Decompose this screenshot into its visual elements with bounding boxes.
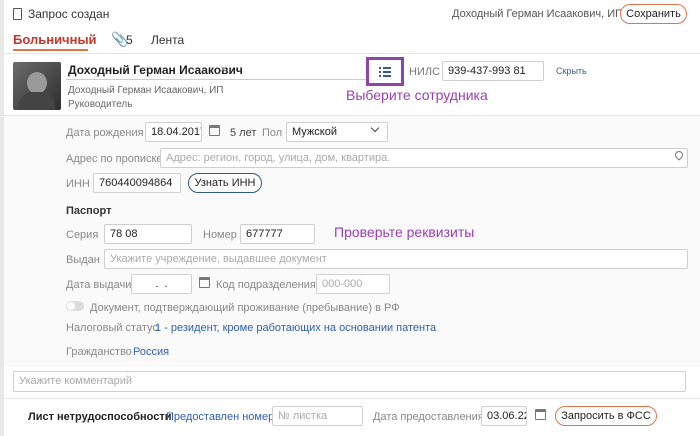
employee-org: Доходный Герман Исаакович, ИП <box>68 85 224 96</box>
comment-input[interactable]: Укажите комментарий <box>13 371 686 392</box>
comment-placeholder: Укажите комментарий <box>19 375 133 387</box>
tax-status-label: Налоговый статус <box>66 322 158 334</box>
series-label: Серия <box>66 229 99 241</box>
tab-underline <box>13 49 88 51</box>
dept-code-input[interactable]: 000-000 <box>316 274 390 294</box>
hint-select-employee: Выберите сотрудника <box>346 87 488 103</box>
address-input[interactable]: Адрес: регион, город, улица, дом, кварти… <box>160 148 688 168</box>
series-input[interactable]: 78 08 <box>104 224 192 244</box>
tabs-divider <box>4 53 700 54</box>
sick-leave-title: Лист нетрудоспособности <box>28 411 172 423</box>
issued-placeholder: Укажите учреждение, выдавшее документ <box>110 253 327 265</box>
provision-date-input[interactable]: 03.06.22 <box>481 406 527 426</box>
hint-check-details: Проверьте реквизиты <box>334 224 475 240</box>
request-fss-button[interactable]: Запросить в ФСС <box>555 406 657 426</box>
residence-doc-label: Документ, подтверждающий проживание (пре… <box>90 302 400 314</box>
company-name: Доходный Герман Исаакович, ИП <box>452 8 624 20</box>
clear-icon[interactable]: × <box>220 62 227 76</box>
address-placeholder: Адрес: регион, город, улица, дом, кварти… <box>166 152 391 164</box>
inn-input[interactable]: 760440094864 <box>93 173 181 193</box>
birth-date-label: Дата рождения <box>66 127 144 139</box>
provision-date-label: Дата предоставления <box>373 411 484 423</box>
birth-date-input[interactable]: 18.04.2017 <box>145 122 202 142</box>
doc-icon <box>13 8 22 20</box>
sex-label: Пол <box>262 127 283 139</box>
hide-link[interactable]: Скрыть <box>556 66 587 76</box>
snils-label: НИЛС <box>409 66 441 78</box>
calendar-icon-provision[interactable] <box>535 409 546 420</box>
issued-input[interactable]: Укажите учреждение, выдавшее документ <box>104 249 688 269</box>
tax-status-link[interactable]: 1 - резидент, кроме работающих на основа… <box>155 322 436 334</box>
citizenship-link[interactable]: Россия <box>133 346 169 358</box>
citizenship-label: Гражданство <box>66 346 132 358</box>
passport-title: Паспорт <box>66 205 112 217</box>
sick-leave-status-link[interactable]: Предоставлен номер <box>166 411 274 423</box>
residence-doc-toggle[interactable] <box>66 301 84 311</box>
sick-leave-number-placeholder: № листка <box>278 410 328 422</box>
dept-code-placeholder: 000-000 <box>322 278 363 290</box>
tab-sick-leave[interactable]: Больничный <box>13 32 97 47</box>
tab-feed[interactable]: Лента <box>151 33 184 47</box>
number-label: Номер <box>203 229 237 241</box>
employee-name: Доходный Герман Исаакович <box>68 63 243 77</box>
issue-date-input[interactable]: . . <box>131 274 192 294</box>
inn-label: ИНН <box>66 178 90 190</box>
bottom-divider <box>4 398 700 399</box>
page-title: Запрос создан <box>28 7 110 21</box>
employee-list-button[interactable] <box>366 57 404 86</box>
issue-date-label: Дата выдачи <box>66 279 132 291</box>
save-button[interactable]: Сохранить <box>620 4 687 24</box>
get-inn-button[interactable]: Узнать ИНН <box>188 173 262 193</box>
list-icon <box>379 67 391 77</box>
address-label: Адрес по прописке <box>66 153 163 165</box>
employee-role: Руководитель <box>68 99 133 110</box>
issued-label: Выдан <box>66 254 100 266</box>
avatar <box>13 62 61 110</box>
attachments-count[interactable]: 5 <box>126 33 133 47</box>
sex-value: Мужской <box>292 126 337 138</box>
number-input[interactable]: 677777 <box>240 224 315 244</box>
age-text: 5 лет <box>230 127 257 139</box>
sick-leave-number-input[interactable]: № листка <box>272 406 363 426</box>
calendar-icon-issue[interactable] <box>199 277 210 288</box>
dept-code-label: Код подразделения <box>216 279 316 291</box>
issue-date-value: . . <box>152 278 171 290</box>
calendar-icon[interactable] <box>209 125 220 136</box>
snils-input[interactable]: 939-437-993 81 <box>442 61 544 81</box>
